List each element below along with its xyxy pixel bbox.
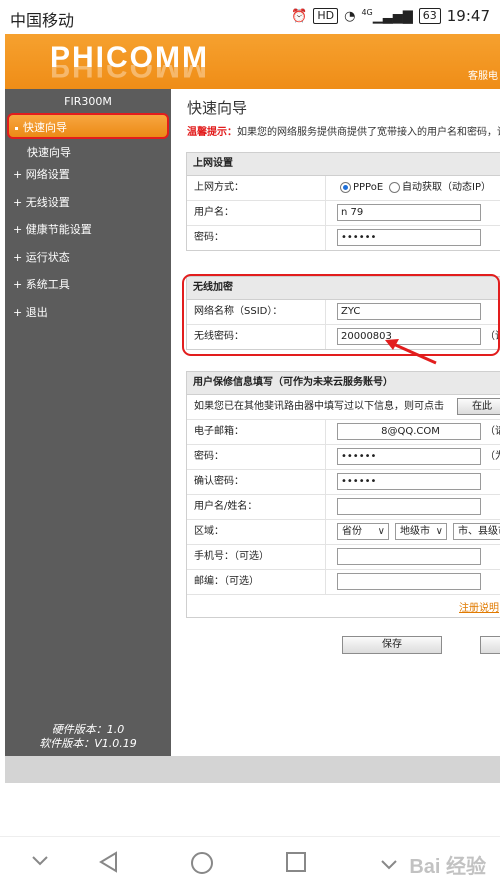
chevron-down-icon: ∨: [377, 526, 385, 537]
annotation-arrow-icon: [385, 339, 437, 365]
router-model: FIR300M: [64, 95, 112, 108]
chevron-down-icon: ∨: [435, 526, 443, 537]
pppoe-radio[interactable]: [340, 182, 351, 193]
signal-icon: 4G▁▃▅▇: [361, 7, 413, 25]
carrier-name: 中国移动: [10, 11, 75, 30]
panel-heading: 用户保修信息填写（可作为未来云服务账号）: [187, 372, 500, 395]
zip-row: 邮编：（可选）: [187, 570, 500, 595]
plus-icon: +: [13, 223, 26, 236]
panel-heading: 上网设置: [187, 153, 500, 176]
sidebar-item-status[interactable]: + 运行状态: [5, 245, 171, 271]
register-link-row: 注册说明: [187, 595, 500, 617]
confirm-password-input[interactable]: ••••••: [337, 473, 481, 490]
account-password-row: 密码： •••••• （为: [187, 445, 500, 470]
region-row: 区域： 省份∨ 地级市∨ 市、县级市: [187, 520, 500, 545]
alarm-icon: ⏰: [291, 8, 308, 24]
password-row: 密码： ••••••: [187, 226, 500, 250]
clock: 19:47: [446, 7, 490, 25]
status-icons: ⏰ HD ◔ 4G▁▃▅▇ 63 19:47: [291, 7, 490, 25]
fill-here-button[interactable]: 在此: [457, 398, 500, 415]
name-row: 用户名/姓名：: [187, 495, 500, 520]
username-input[interactable]: n 79: [337, 204, 481, 221]
zip-input[interactable]: [337, 573, 481, 590]
main-content: 快速向导 温馨提示：如果您的网络服务提供商提供了宽带接入的用户名和密码，请 上网…: [171, 89, 500, 756]
home-icon[interactable]: [190, 851, 214, 875]
bullet-icon: [15, 126, 18, 130]
software-version: 软件版本：V1.0.19: [39, 737, 137, 750]
status-bar: 中国移动 ⏰ HD ◔ 4G▁▃▅▇ 63 19:47: [0, 0, 500, 34]
connection-mode-row: 上网方式： PPPoE 自动获取（动态IP）: [187, 176, 500, 201]
account-password-input[interactable]: ••••••: [337, 448, 481, 465]
name-input[interactable]: [337, 498, 481, 515]
plus-icon: +: [13, 168, 26, 181]
tip-text: 温馨提示：如果您的网络服务提供商提供了宽带接入的用户名和密码，请: [187, 127, 500, 138]
sidebar-item-quick-setup[interactable]: 快速向导: [7, 113, 169, 139]
phone-input[interactable]: [337, 548, 481, 565]
footer-bar: [5, 756, 500, 783]
internet-settings-panel: 上网设置 上网方式： PPPoE 自动获取（动态IP） 用户名： n 79 密码…: [186, 152, 500, 251]
registration-note-row: 如果您已在其他斐讯路由器中填写过以下信息，则可点击 在此: [187, 395, 500, 420]
hide-keyboard-icon[interactable]: [30, 851, 50, 871]
sidebar-item-logout[interactable]: + 退出: [5, 300, 171, 326]
save-button[interactable]: 保存: [342, 636, 442, 654]
city-select[interactable]: 地级市 ∨: [395, 523, 447, 540]
plus-icon: +: [13, 196, 26, 209]
annotation-highlight: [182, 274, 500, 356]
hd-icon: HD: [313, 8, 339, 24]
router-header: PHICOMM PHICOMM 客服电: [5, 34, 500, 89]
register-instructions-link[interactable]: 注册说明: [459, 599, 499, 614]
sidebar-item-tools[interactable]: + 系统工具: [5, 272, 171, 298]
sidebar: FIR300M 快速向导 快速向导 + 网络设置 + 无线设置 + 健康节能设置…: [5, 89, 171, 756]
plus-icon: +: [13, 306, 26, 319]
registration-panel: 用户保修信息填写（可作为未来云服务账号） 如果您已在其他斐讯路由器中填写过以下信…: [186, 371, 500, 618]
cancel-button[interactable]: [480, 636, 500, 654]
sidebar-item-energy[interactable]: + 健康节能设置: [5, 217, 171, 243]
dhcp-radio[interactable]: [389, 182, 400, 193]
baidu-watermark: Bai 经验: [409, 856, 486, 878]
page-title: 快速向导: [187, 99, 248, 117]
phone-row: 手机号：（可选）: [187, 545, 500, 570]
notification-pull-icon[interactable]: [378, 851, 400, 873]
password-input[interactable]: ••••••: [337, 229, 481, 246]
customer-service-link[interactable]: 客服电: [468, 67, 498, 82]
county-select[interactable]: 市、县级市: [453, 523, 500, 540]
username-row: 用户名： n 79: [187, 201, 500, 226]
back-icon[interactable]: [98, 851, 120, 873]
battery-icon: 63: [418, 8, 441, 24]
plus-icon: +: [13, 251, 26, 264]
tip-label: 温馨提示：: [187, 127, 237, 138]
wifi-icon: ◔: [344, 8, 356, 24]
recent-apps-icon[interactable]: [285, 851, 307, 873]
province-select[interactable]: 省份 ∨: [337, 523, 389, 540]
email-input[interactable]: 8@QQ.COM: [337, 423, 481, 440]
plus-icon: +: [13, 278, 26, 291]
email-row: 电子邮箱： 8@QQ.COM （请: [187, 420, 500, 445]
logo-reflection: PHICOMM: [50, 65, 209, 83]
sidebar-item-network[interactable]: + 网络设置: [5, 162, 171, 188]
confirm-password-row: 确认密码： ••••••: [187, 470, 500, 495]
sidebar-item-wireless[interactable]: + 无线设置: [5, 190, 171, 216]
